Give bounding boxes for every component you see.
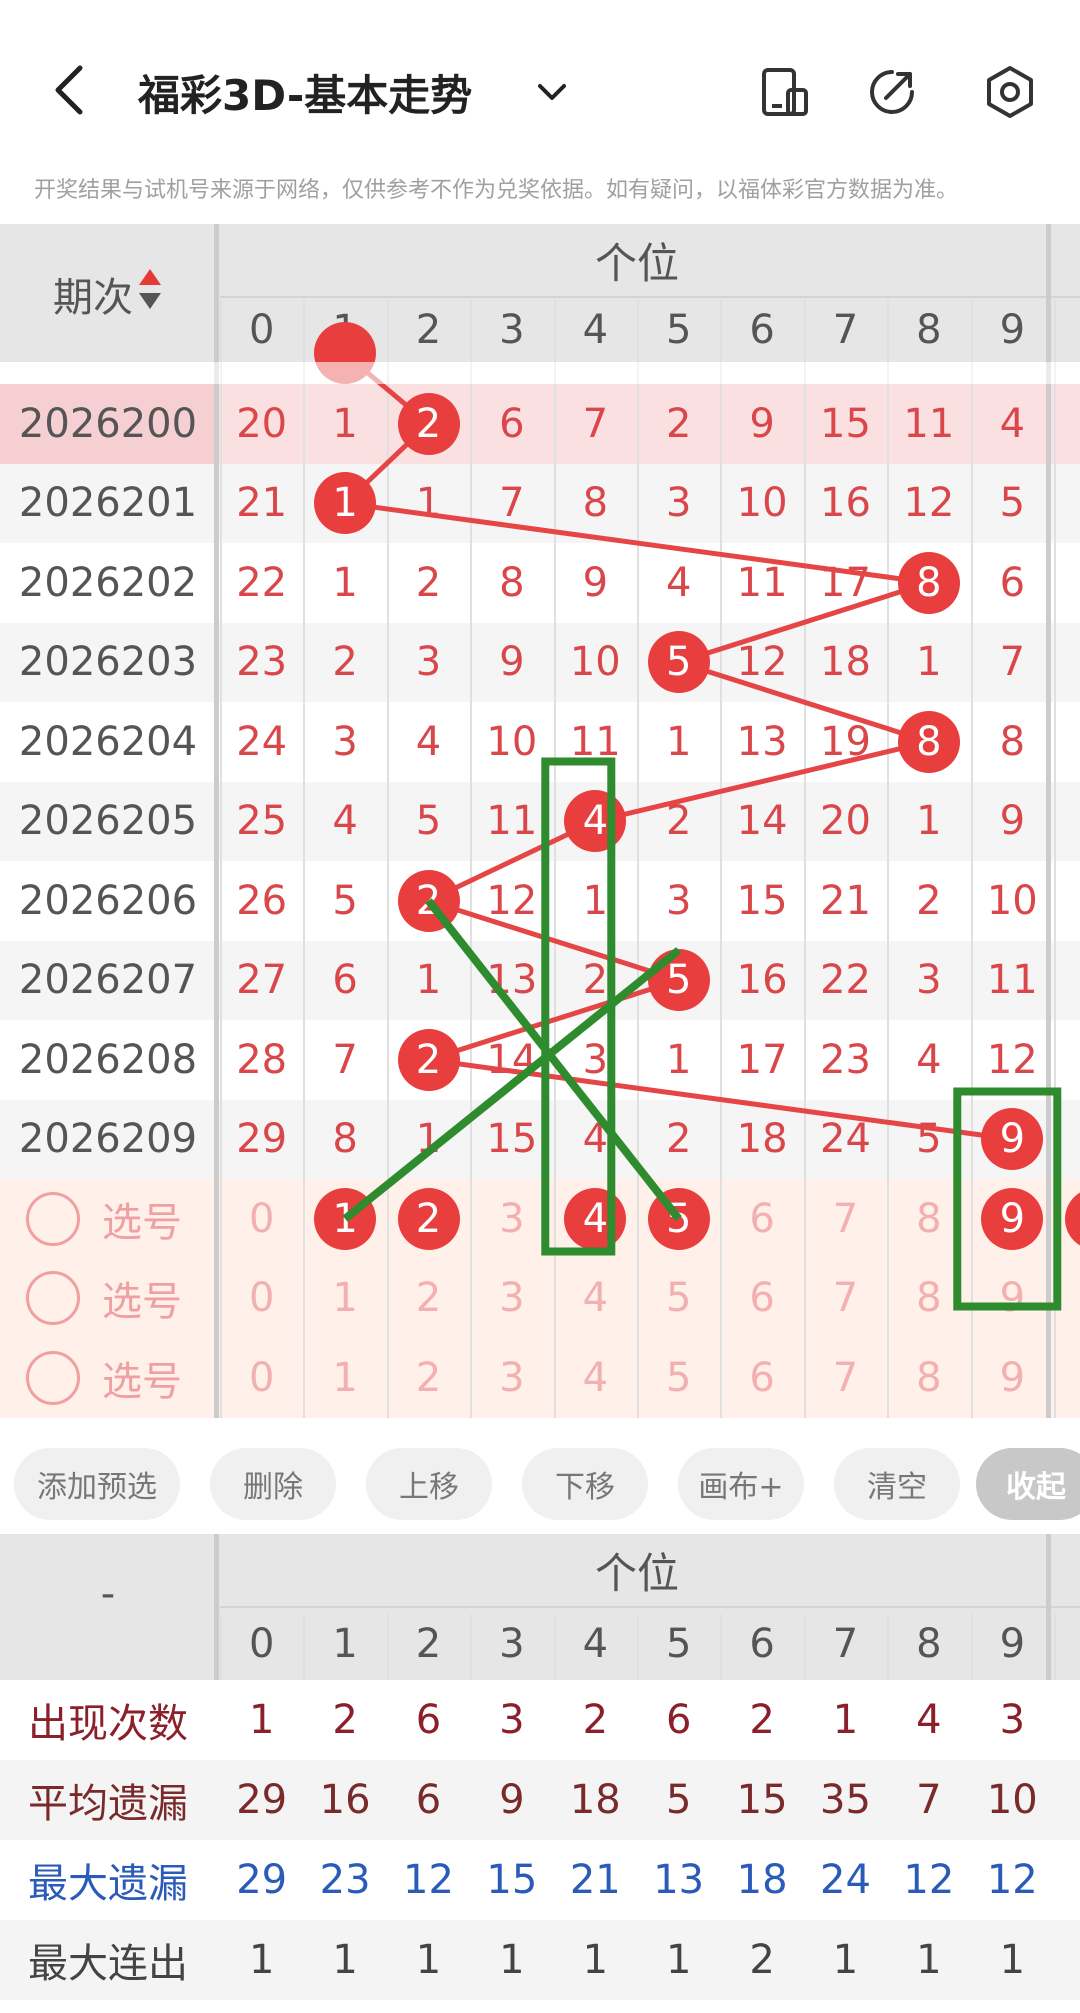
stats-value: 2 <box>749 1697 775 1743</box>
stats-value: 7 <box>916 1777 942 1823</box>
stats-value: 1 <box>248 1697 275 1743</box>
annotation-box-9 <box>953 1087 1062 1311</box>
page-title[interactable]: 福彩3D-基本走势 <box>138 62 472 123</box>
stats-value: 23 <box>319 1857 371 1903</box>
stats-value: 15 <box>486 1857 538 1903</box>
stats-value: 1 <box>665 1937 692 1983</box>
stats-column-divider <box>386 1614 389 1680</box>
stats-value: 18 <box>569 1777 621 1823</box>
stats-column-divider <box>470 1614 473 1680</box>
stats-value: 1 <box>332 1937 358 1983</box>
disclaimer-text: 开奖结果与试机号来源于网络，仅供参考不作为兑奖依据。如有疑问，以福体彩官方数据为… <box>34 178 959 203</box>
stats-row-label: 平均遗漏 <box>28 1781 188 1827</box>
stats-value: 21 <box>569 1857 621 1903</box>
stats-column-divider <box>303 1614 306 1680</box>
back-icon[interactable] <box>40 60 100 120</box>
stats-digit-header: 2 <box>415 1621 442 1667</box>
stats-value: 9 <box>499 1777 525 1823</box>
stats-corner: - <box>100 1571 116 1617</box>
share-icon[interactable] <box>866 66 918 118</box>
move-down-button[interactable]: 下移 <box>522 1448 648 1520</box>
stats-frozen-divider <box>214 1534 219 1680</box>
annotation-box-4 <box>541 757 616 1256</box>
stats-group-title: 个位 <box>594 1548 679 1598</box>
stats-value: 29 <box>236 1857 288 1903</box>
stats-digit-header: 4 <box>582 1621 609 1667</box>
stats-value: 1 <box>415 1937 442 1983</box>
stats-value: 12 <box>986 1857 1038 1903</box>
stats-value: 6 <box>415 1697 442 1743</box>
stats-value: 6 <box>665 1697 692 1743</box>
stats-value: 2 <box>332 1697 358 1743</box>
app-header: 福彩3D-基本走势 开奖结果与试机号来源于网络，仅供参考不作为兑奖依据。如有疑问… <box>0 0 1080 203</box>
annotation-overlay <box>342 757 1062 1311</box>
stats-value: 35 <box>820 1777 871 1823</box>
stats-value: 6 <box>415 1777 442 1823</box>
stats-value: 2 <box>749 1937 775 1983</box>
stats-value: 18 <box>736 1857 788 1903</box>
selection-toolbar: 添加预选 删除 上移 下移 画布+ 清空 收起 <box>0 1430 1080 1534</box>
stats-row-label: 最大遗漏 <box>28 1861 188 1907</box>
stats-value: 15 <box>736 1777 788 1823</box>
annotation-line-a <box>425 898 682 1222</box>
stats-value: 1 <box>499 1937 525 1983</box>
stats-right-divider <box>1046 1534 1051 1680</box>
phone-layout-icon[interactable] <box>758 66 810 118</box>
settings-icon[interactable] <box>982 64 1038 120</box>
stats-digit-header-next: 0 <box>1054 1614 1080 1674</box>
chevron-down-icon[interactable] <box>532 72 572 112</box>
move-up-button[interactable]: 上移 <box>366 1448 492 1520</box>
stats-digit-header: 3 <box>499 1621 525 1667</box>
stats-value: 1 <box>916 1937 942 1983</box>
stats-column-divider <box>220 1614 222 1680</box>
stats-value: 3 <box>499 1697 525 1743</box>
collapse-button[interactable]: 收起 <box>976 1448 1080 1520</box>
stats-column-divider <box>720 1614 723 1680</box>
add-preselect-button[interactable]: 添加预选 <box>14 1448 180 1520</box>
stats-value: 12 <box>403 1857 454 1903</box>
stats-value: 1 <box>248 1937 275 1983</box>
canvas-plus-button[interactable]: 画布+ <box>678 1448 804 1520</box>
stats-value: 4 <box>916 1697 942 1743</box>
stats-value: 12 <box>903 1857 955 1903</box>
delete-button[interactable]: 删除 <box>210 1448 336 1520</box>
stats-column-divider <box>1054 1614 1056 1680</box>
stats-digit-header: 9 <box>999 1621 1026 1667</box>
stats-digit-header: 8 <box>916 1621 942 1667</box>
stats-value: 1 <box>832 1697 859 1743</box>
stats-value: 5 <box>665 1777 692 1823</box>
stats-table: 个位-01234567890出现次数1263262143平均遗漏29166918… <box>0 1534 1080 2013</box>
stats-digit-header: 7 <box>832 1621 859 1667</box>
stats-digit-header: 0 <box>248 1621 275 1667</box>
stats-column-divider <box>970 1614 973 1680</box>
stats-value: 1 <box>832 1937 859 1983</box>
stats-header-divider <box>220 1606 1080 1608</box>
stats-value: 13 <box>653 1857 705 1903</box>
annotation-line-b <box>342 947 682 1222</box>
stats-value: 2 <box>582 1697 609 1743</box>
stats-digit-header: 5 <box>665 1621 692 1667</box>
stats-row-label: 出现次数 <box>28 1701 188 1747</box>
stats-digit-header: 6 <box>749 1621 775 1667</box>
stats-column-divider <box>637 1614 639 1680</box>
stats-row-label: 最大连出 <box>28 1941 188 1987</box>
stats-value: 1 <box>999 1937 1026 1983</box>
stats-value: 1 <box>582 1937 609 1983</box>
stats-column-divider <box>553 1614 556 1680</box>
stats-digit-header: 1 <box>332 1621 358 1667</box>
stats-column-divider <box>887 1614 890 1680</box>
stats-value: 10 <box>986 1777 1038 1823</box>
stats-value: 29 <box>236 1777 288 1823</box>
stats-value: 24 <box>820 1857 871 1903</box>
stats-column-divider <box>803 1614 806 1680</box>
stats-value: 3 <box>999 1697 1026 1743</box>
trend-table[interactable]: 个位期次012345678902026200201672915114120262… <box>0 224 1080 1430</box>
stats-value: 16 <box>319 1777 371 1823</box>
clear-button[interactable]: 清空 <box>834 1448 960 1520</box>
